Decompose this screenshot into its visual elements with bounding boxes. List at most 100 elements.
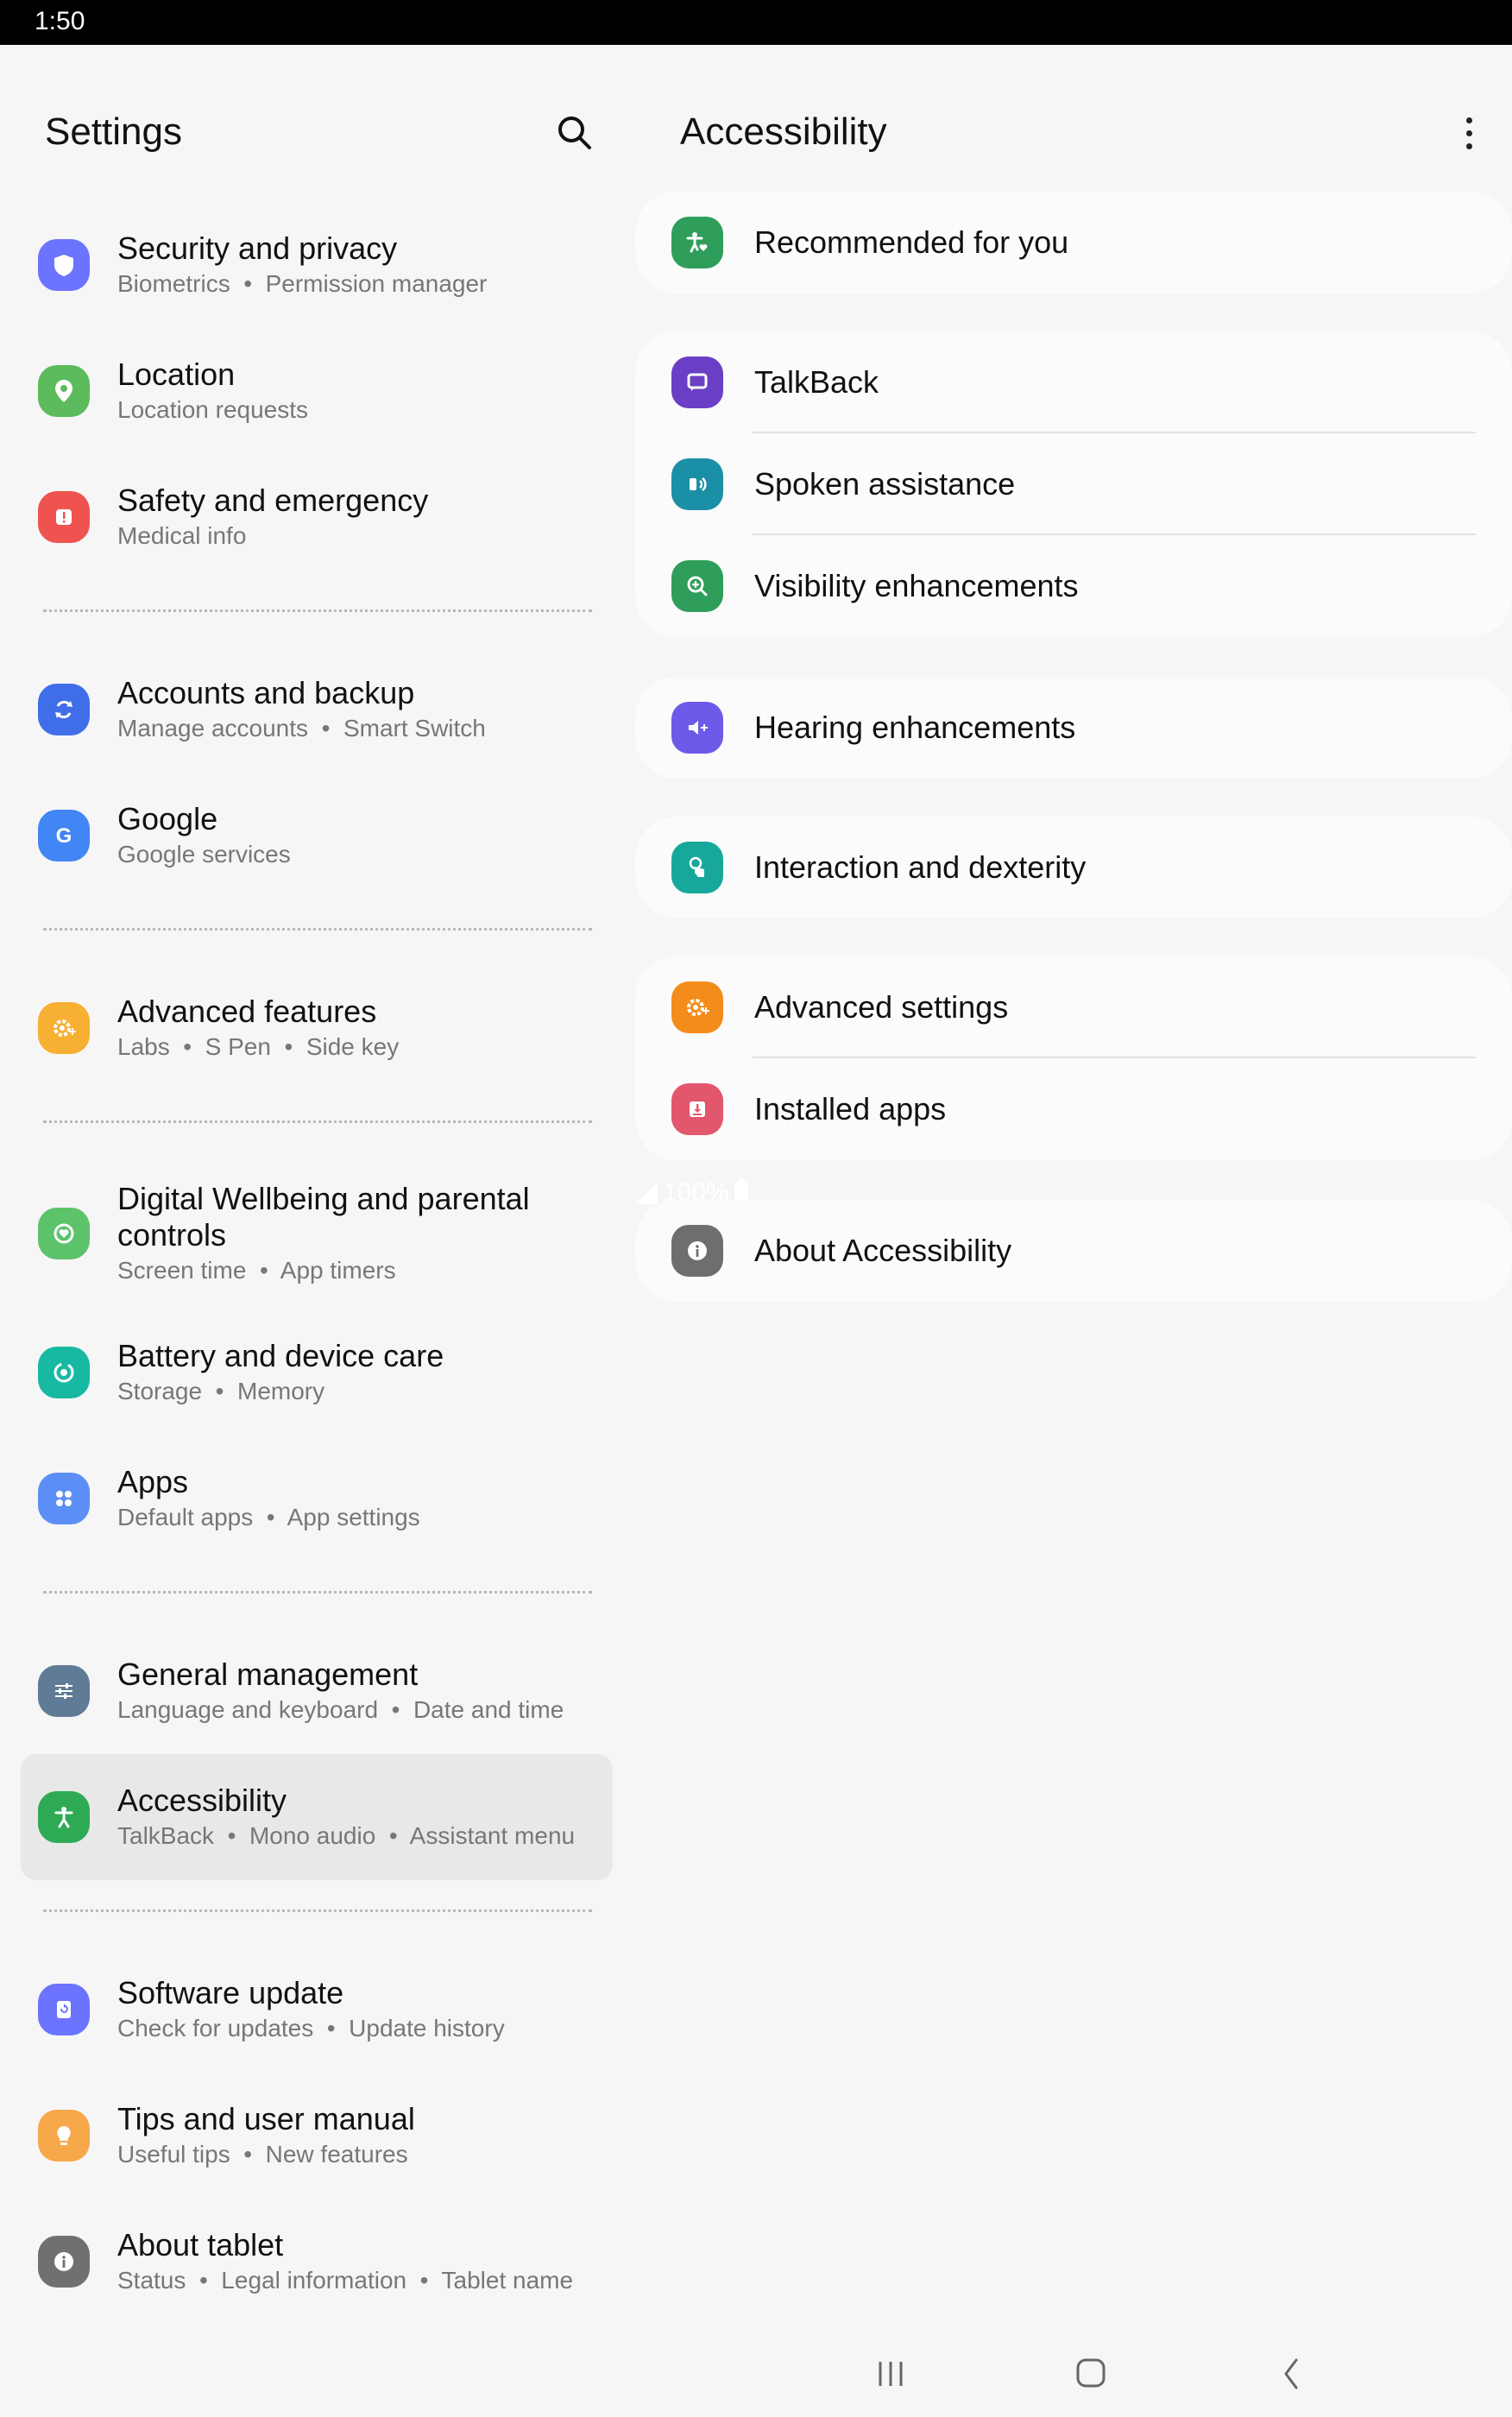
touch-icon	[671, 842, 723, 893]
settings-item-title: Safety and emergency	[117, 483, 429, 518]
settings-item-apps[interactable]: Apps Default apps • App settings	[21, 1436, 613, 1562]
lightbulb-icon	[38, 2110, 90, 2161]
section-divider	[43, 609, 592, 612]
accessibility-card: Recommended for you	[635, 192, 1512, 293]
google-icon: G	[38, 810, 90, 861]
settings-item-title: General management	[117, 1657, 419, 1692]
accessibility-item-label: Hearing enhancements	[754, 710, 1076, 745]
info-icon	[671, 1225, 723, 1277]
settings-item-subtitle: Google services	[117, 841, 291, 868]
accessibility-item-interaction-and-dexterity[interactable]: Interaction and dexterity	[635, 817, 1512, 918]
settings-item-battery-and-device-care[interactable]: Battery and device care Storage • Memory	[21, 1309, 613, 1436]
accessibility-item-recommended-for-you[interactable]: Recommended for you	[635, 192, 1512, 293]
settings-item-advanced-features[interactable]: Advanced features Labs • S Pen • Side key	[21, 965, 613, 1091]
settings-item-subtitle: Language and keyboard • Date and time	[117, 1696, 564, 1723]
back-button[interactable]	[1265, 2353, 1317, 2395]
accessibility-item-about-accessibility[interactable]: About Accessibility	[635, 1200, 1512, 1302]
settings-item-title: Digital Wellbeing and parental controls	[117, 1181, 530, 1253]
accessibility-item-label: TalkBack	[754, 364, 879, 400]
settings-item-title: Accounts and backup	[117, 675, 415, 710]
apps-grid-icon	[38, 1473, 90, 1524]
settings-item-subtitle: Medical info	[117, 522, 247, 549]
accessibility-card: Interaction and dexterity	[635, 817, 1512, 918]
accessibility-title: Accessibility	[680, 110, 887, 153]
settings-item-accounts-and-backup[interactable]: Accounts and backup Manage accounts • Sma…	[21, 647, 613, 773]
settings-title: Settings	[45, 110, 182, 153]
settings-item-general-management[interactable]: General management Language and keyboard …	[21, 1628, 613, 1754]
settings-item-title: Accessibility	[117, 1783, 287, 1818]
settings-item-title: Security and privacy	[117, 230, 398, 266]
accessibility-item-spoken-assistance[interactable]: Spoken assistance	[635, 433, 1512, 535]
info-icon	[38, 2236, 90, 2288]
magnifier-plus-icon	[671, 560, 723, 612]
recents-icon	[879, 2362, 903, 2386]
settings-item-subtitle: Screen time • App timers	[117, 1257, 396, 1284]
settings-list: Security and privacy Biometrics • Permiss…	[21, 202, 613, 2325]
accessibility-card: TalkBack Spoken assistance Visibility enha…	[635, 331, 1512, 637]
settings-panel: Settings Security and privacy Biometrics …	[0, 45, 630, 2417]
settings-item-accessibility[interactable]: Accessibility TalkBack • Mono audio • Ass…	[21, 1754, 613, 1880]
settings-item-title: Location	[117, 357, 236, 392]
gear-plus-icon	[38, 1002, 90, 1054]
settings-item-safety-and-emergency[interactable]: Safety and emergency Medical info	[21, 454, 613, 580]
section-divider	[43, 928, 592, 931]
settings-item-security-and-privacy[interactable]: Security and privacy Biometrics • Permiss…	[21, 202, 613, 328]
settings-item-subtitle: Location requests	[117, 396, 309, 423]
settings-item-digital-wellbeing-and-parental-controls[interactable]: Digital Wellbeing and parental controls S…	[21, 1158, 613, 1309]
wellbeing-icon	[38, 1208, 90, 1259]
download-icon	[671, 1083, 723, 1135]
accessibility-item-hearing-enhancements[interactable]: Hearing enhancements	[635, 677, 1512, 779]
home-icon	[1076, 2358, 1106, 2388]
settings-item-location[interactable]: Location Location requests	[21, 328, 613, 454]
settings-item-title: Google	[117, 801, 218, 836]
shield-icon	[38, 239, 90, 291]
settings-item-title: Apps	[117, 1464, 189, 1499]
svg-text:G: G	[56, 824, 72, 848]
accessibility-card: Hearing enhancements	[635, 677, 1512, 779]
section-divider	[43, 1591, 592, 1593]
accessibility-item-label: Spoken assistance	[754, 466, 1016, 502]
settings-item-subtitle: TalkBack • Mono audio • Assistant menu	[117, 1822, 576, 1849]
settings-item-software-update[interactable]: Software update Check for updates • Updat…	[21, 1947, 613, 2073]
settings-item-subtitle: Manage accounts • Smart Switch	[117, 715, 486, 742]
settings-item-subtitle: Check for updates • Update history	[117, 2015, 505, 2042]
accessibility-heart-icon	[671, 217, 723, 268]
device-care-icon	[38, 1347, 90, 1398]
back-icon	[1284, 2358, 1298, 2389]
sync-icon	[38, 684, 90, 735]
settings-item-subtitle: Status • Legal information • Tablet name	[117, 2267, 574, 2294]
settings-item-subtitle: Useful tips • New features	[117, 2141, 408, 2168]
accessibility-item-visibility-enhancements[interactable]: Visibility enhancements	[635, 535, 1512, 637]
settings-item-title: Battery and device care	[117, 1338, 444, 1373]
section-divider	[43, 1120, 592, 1123]
search-button[interactable]	[552, 110, 597, 155]
settings-item-title: Software update	[117, 1975, 344, 2010]
search-icon	[558, 117, 591, 149]
settings-item-title: About tablet	[117, 2227, 284, 2262]
settings-item-subtitle: Storage • Memory	[117, 1378, 325, 1404]
settings-item-subtitle: Labs • S Pen • Side key	[117, 1033, 400, 1060]
more-options-button[interactable]	[1452, 110, 1486, 155]
spoken-assistance-icon	[671, 458, 723, 510]
status-bar: 1:50 100%	[0, 0, 1512, 1207]
status-time: 1:50	[35, 7, 85, 35]
recents-button[interactable]	[865, 2353, 917, 2395]
accessibility-card: Advanced settings Installed apps	[635, 956, 1512, 1160]
accessibility-icon	[38, 1791, 90, 1843]
accessibility-card: About Accessibility	[635, 1200, 1512, 1302]
settings-item-google[interactable]: G Google Google services	[21, 773, 613, 899]
location-pin-icon	[38, 365, 90, 417]
accessibility-item-label: Advanced settings	[754, 989, 1009, 1025]
accessibility-item-installed-apps[interactable]: Installed apps	[635, 1058, 1512, 1160]
accessibility-item-label: Interaction and dexterity	[754, 849, 1087, 885]
settings-item-about-tablet[interactable]: About tablet Status • Legal information •…	[21, 2199, 613, 2325]
settings-item-tips-and-user-manual[interactable]: Tips and user manual Useful tips • New fe…	[21, 2073, 613, 2199]
accessibility-item-label: Visibility enhancements	[754, 568, 1079, 603]
accessibility-item-talkback[interactable]: TalkBack	[635, 331, 1512, 433]
settings-item-title: Tips and user manual	[117, 2101, 415, 2136]
home-button[interactable]	[1065, 2353, 1117, 2395]
talkback-icon	[671, 357, 723, 408]
hearing-icon	[671, 702, 723, 754]
accessibility-item-advanced-settings[interactable]: Advanced settings	[635, 956, 1512, 1058]
accessibility-item-label: Installed apps	[754, 1091, 947, 1126]
